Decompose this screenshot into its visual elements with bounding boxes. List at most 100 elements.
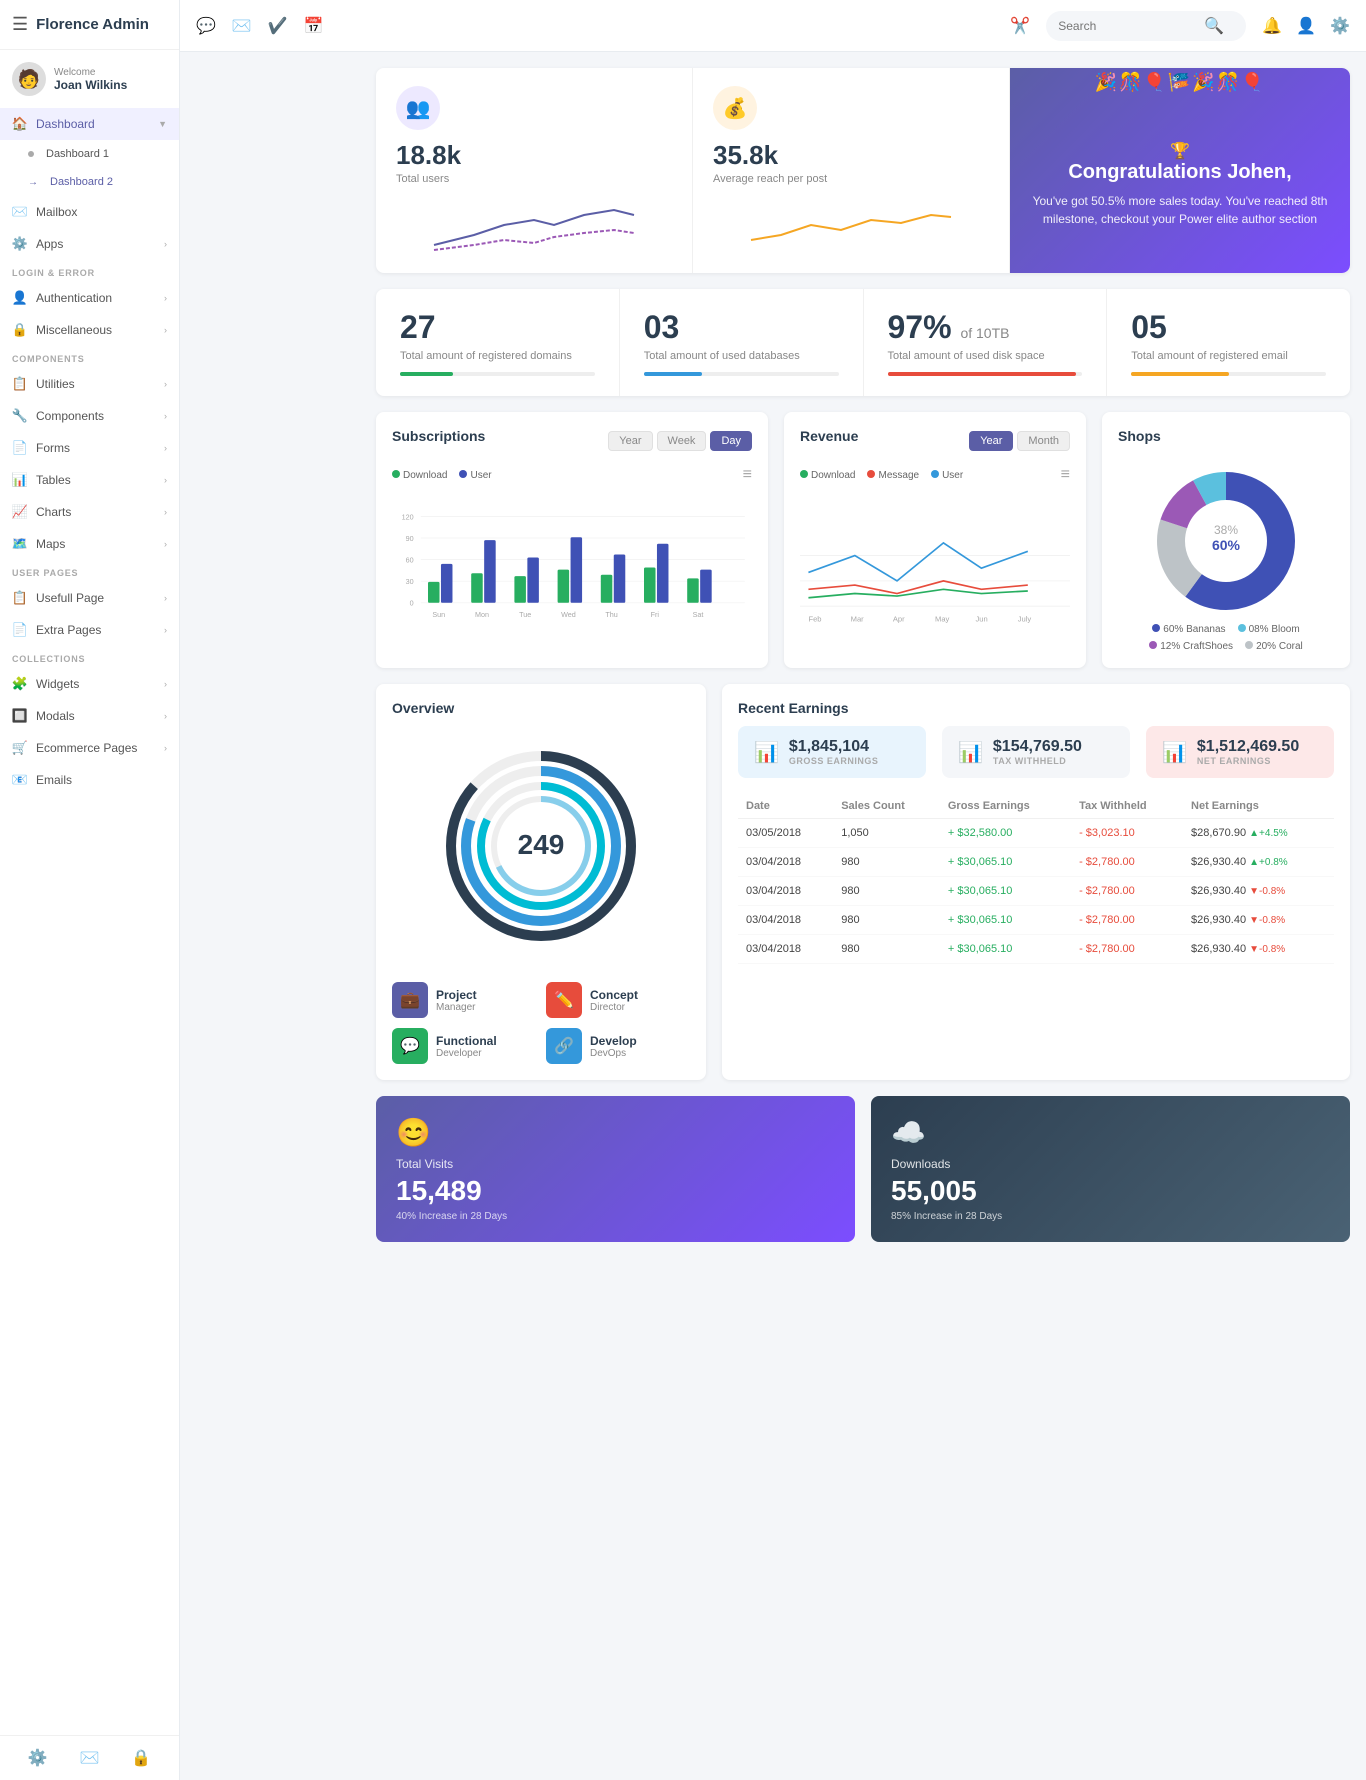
chevron-right-icon: › xyxy=(164,379,167,389)
tab-week[interactable]: Week xyxy=(657,431,707,451)
domains-bar-fill xyxy=(400,372,453,376)
check-icon[interactable]: ✔️ xyxy=(268,16,288,36)
bananas-dot xyxy=(1152,624,1160,632)
search-bar[interactable]: 🔍 xyxy=(1046,11,1246,41)
revenue-header: Revenue Year Month xyxy=(800,428,1070,454)
disk-bar xyxy=(888,372,1083,376)
sidebar-item-tables[interactable]: 📊 Tables › xyxy=(0,464,179,496)
header-nav-icons: 💬 ✉️ ✔️ 📅 xyxy=(196,16,324,36)
maps-icon: 🗺️ xyxy=(12,536,28,552)
bottom-row: Overview 249 xyxy=(376,684,1350,1080)
tab-year[interactable]: Year xyxy=(608,431,652,451)
sidebar-item-dashboard1[interactable]: Dashboard 1 xyxy=(0,140,179,168)
sidebar-item-authentication[interactable]: 👤 Authentication › xyxy=(0,282,179,314)
top-cards-row: 👥 18.8k Total users 💰 35.8k Average reac… xyxy=(376,68,1350,273)
sidebar-item-modals[interactable]: 🔲 Modals › xyxy=(0,700,179,732)
svg-text:249: 249 xyxy=(518,829,565,860)
functional-text: Functional Developer xyxy=(436,1034,497,1059)
rev-tab-month[interactable]: Month xyxy=(1017,431,1070,451)
users-stat-label: Total users xyxy=(396,173,672,185)
subscriptions-card: Subscriptions Year Week Day Download Use… xyxy=(376,412,768,668)
revenue-legend: Download Message User ≡ xyxy=(800,466,1070,484)
cell-sales: 1,050 xyxy=(833,819,940,848)
cell-sales: 980 xyxy=(833,848,940,877)
sidebar-item-extra[interactable]: 📄 Extra Pages › xyxy=(0,614,179,646)
sidebar-item-dashboard[interactable]: 🏠 Dashboard ▼ xyxy=(0,108,179,140)
gear-header-icon[interactable]: ⚙️ xyxy=(1330,16,1350,36)
search-input[interactable] xyxy=(1058,19,1198,33)
chevron-right-icon: › xyxy=(164,539,167,549)
usefull-icon: 📋 xyxy=(12,590,28,606)
svg-text:Mar: Mar xyxy=(851,614,865,623)
footer-card-downloads: ☁️ Downloads 55,005 85% Increase in 28 D… xyxy=(871,1096,1350,1242)
rev-chart-menu-icon[interactable]: ≡ xyxy=(1061,466,1070,484)
sidebar-item-maps[interactable]: 🗺️ Maps › xyxy=(0,528,179,560)
header: 💬 ✉️ ✔️ 📅 ✂️ 🔍 🔔 👤 ⚙️ xyxy=(180,0,1366,52)
chart-menu-icon[interactable]: ≡ xyxy=(743,466,752,484)
sidebar-item-dashboard2[interactable]: → Dashboard 2 xyxy=(0,168,179,196)
reach-stat-icon: 💰 xyxy=(713,86,757,130)
stat-card-users: 👥 18.8k Total users xyxy=(376,68,693,273)
net-text: $1,512,469.50 NET EARNINGS xyxy=(1197,738,1299,766)
gross-amount: $1,845,104 xyxy=(789,738,879,756)
table-row: 03/04/2018 980 + $30,065.10 - $2,780.00 … xyxy=(738,935,1334,964)
cell-date: 03/04/2018 xyxy=(738,935,833,964)
revenue-svg: Feb Mar Apr May Jun July xyxy=(800,484,1070,644)
shops-donut-svg: 38% 60% xyxy=(1151,466,1301,616)
lock-icon[interactable]: 🔒 xyxy=(131,1748,151,1768)
avatar: 🧑 xyxy=(12,62,46,96)
table-row: 03/04/2018 980 + $30,065.10 - $2,780.00 … xyxy=(738,848,1334,877)
brand-name: Florence Admin xyxy=(36,16,149,33)
legend-coral: 20% Coral xyxy=(1245,641,1303,652)
sub-dot xyxy=(28,151,34,157)
users-stat-icon: 👥 xyxy=(396,86,440,130)
rev-tab-year[interactable]: Year xyxy=(969,431,1013,451)
mailbox-icon: ✉️ xyxy=(12,204,28,220)
user-header-icon[interactable]: 👤 xyxy=(1296,16,1316,36)
rev-legend-message: Message xyxy=(867,470,919,481)
sidebar-item-forms[interactable]: 📄 Forms › xyxy=(0,432,179,464)
mail-bottom-icon[interactable]: ✉️ xyxy=(80,1748,100,1768)
sidebar-item-apps[interactable]: ⚙️ Apps › xyxy=(0,228,179,260)
stats-row: 27 Total amount of registered domains 03… xyxy=(376,289,1350,396)
project-item-project: 💼 Project Manager xyxy=(392,982,536,1018)
scissors-icon[interactable]: ✂️ xyxy=(1010,16,1030,36)
users-chart-svg xyxy=(396,195,672,255)
shops-header: Shops xyxy=(1118,428,1334,454)
domains-label: Total amount of registered domains xyxy=(400,350,595,362)
sidebar-item-charts[interactable]: 📈 Charts › xyxy=(0,496,179,528)
sidebar-item-widgets[interactable]: 🧩 Widgets › xyxy=(0,668,179,700)
sidebar-item-usefull[interactable]: 📋 Usefull Page › xyxy=(0,582,179,614)
mail-header-icon[interactable]: ✉️ xyxy=(232,16,252,36)
congrats-text: You've got 50.5% more sales today. You'v… xyxy=(1030,192,1330,228)
sidebar-item-label: Authentication xyxy=(36,291,112,305)
arrow-right-icon: → xyxy=(28,177,38,188)
reach-stat-value: 35.8k xyxy=(713,140,989,171)
settings-icon[interactable]: ⚙️ xyxy=(28,1748,48,1768)
cell-date: 03/04/2018 xyxy=(738,906,833,935)
net-label: NET EARNINGS xyxy=(1197,756,1299,766)
sidebar-item-ecommerce[interactable]: 🛒 Ecommerce Pages › xyxy=(0,732,179,764)
concept-text: Concept Director xyxy=(590,988,638,1013)
sidebar-item-emails[interactable]: 📧 Emails xyxy=(0,764,179,796)
hamburger-icon[interactable]: ☰ xyxy=(12,14,28,35)
sidebar-item-label: Maps xyxy=(36,537,65,551)
chat-icon[interactable]: 💬 xyxy=(196,16,216,36)
stats-domains: 27 Total amount of registered domains xyxy=(376,289,620,396)
legend-bananas: 60% Bananas xyxy=(1152,624,1225,635)
svg-text:Fri: Fri xyxy=(651,610,660,619)
legend-bloom: 08% Bloom xyxy=(1238,624,1300,635)
tab-day[interactable]: Day xyxy=(710,431,752,451)
sidebar-item-components[interactable]: 🔧 Components › xyxy=(0,400,179,432)
coral-dot xyxy=(1245,641,1253,649)
sidebar-item-mailbox[interactable]: ✉️ Mailbox xyxy=(0,196,179,228)
emails-icon: 📧 xyxy=(12,772,28,788)
calendar-icon[interactable]: 📅 xyxy=(304,16,324,36)
svg-text:60%: 60% xyxy=(1212,537,1241,553)
sidebar-item-utilities[interactable]: 📋 Utilities › xyxy=(0,368,179,400)
notification-icon[interactable]: 🔔 xyxy=(1262,16,1282,36)
sidebar-item-miscellaneous[interactable]: 🔒 Miscellaneous › xyxy=(0,314,179,346)
sidebar-item-label: Forms xyxy=(36,441,70,455)
svg-text:90: 90 xyxy=(406,534,414,543)
email-value: 05 xyxy=(1131,309,1326,346)
